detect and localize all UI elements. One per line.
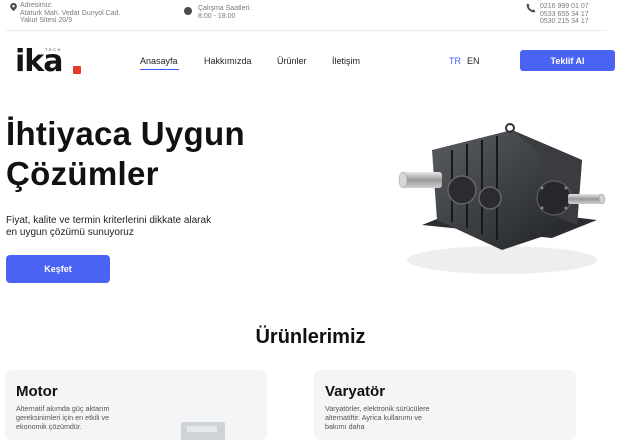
phone-number-3[interactable]: 0530 215 34 17 — [540, 18, 620, 26]
phone-number-2[interactable]: 0533 655 34 17 — [540, 11, 620, 19]
address-line-1: Ataturk Mah. Vedat Gunyol Cad. — [20, 9, 121, 17]
hero-subtitle-line-2: en uygun çözümü sunuyoruz — [6, 227, 134, 238]
product-card-motor[interactable]: Motor Alternatif akımda güç aktarım gere… — [5, 370, 267, 440]
nav-anasayfa[interactable]: Anasayfa — [140, 56, 178, 66]
hours-value: 8:00 - 18:00 — [198, 12, 236, 20]
gearbox-image — [398, 123, 606, 274]
product-card-title: Varyatör — [325, 383, 386, 400]
hero-subtitle-line-1: Fiyat, kalite ve termin kriterlerini dik… — [6, 215, 212, 226]
phone-number-1[interactable]: 0216 999 01 07 — [540, 3, 620, 11]
hero-title-line-2: Çözümler — [6, 155, 159, 192]
clock-icon — [184, 7, 192, 15]
products-title: Ürünlerimiz — [255, 326, 366, 348]
top-info-bar: Adresimiz: Ataturk Mah. Vedat Gunyol Cad… — [0, 0, 621, 31]
phone-icon — [526, 3, 536, 13]
product-card-varyator[interactable]: Varyatör Varyatörler, elektronik sürücül… — [314, 370, 576, 440]
location-pin-icon — [10, 3, 17, 11]
product-card-title: Motor — [16, 383, 58, 400]
nav-active-underline — [140, 69, 179, 70]
hero-title-line-1: İhtiyaca Uygun — [6, 115, 245, 152]
nav-urunler[interactable]: Ürünler — [277, 56, 307, 66]
topbar-divider — [6, 30, 607, 31]
language-en[interactable]: EN — [467, 56, 480, 66]
product-card-image — [181, 422, 225, 440]
logo-dot — [73, 66, 81, 74]
hero-subtitle: Fiyat, kalite ve termin kriterlerini dik… — [6, 215, 266, 239]
hours-label: Çalışma Saatleri: — [198, 5, 252, 12]
quote-button[interactable]: Teklif Al — [520, 50, 615, 71]
logo-text: ika — [15, 44, 63, 79]
nav-hakkimizda[interactable]: Hakkımızda — [204, 56, 252, 66]
address-label: Adresimiz: — [20, 2, 53, 9]
hero-title: İhtiyaca Uygun Çözümler — [6, 114, 306, 194]
language-tr[interactable]: TR — [449, 56, 461, 66]
product-card-description: Varyatörler, elektronik sürücülere alter… — [325, 404, 430, 431]
product-card-description: Alternatif akımda güç aktarım gereksinim… — [16, 404, 110, 431]
logo[interactable]: TECH ika — [15, 44, 81, 79]
nav-iletisim[interactable]: İletişim — [332, 56, 360, 66]
address-line-2: Yakut Sitesi 20/9 — [20, 17, 73, 25]
discover-button[interactable]: Keşfet — [6, 255, 110, 283]
